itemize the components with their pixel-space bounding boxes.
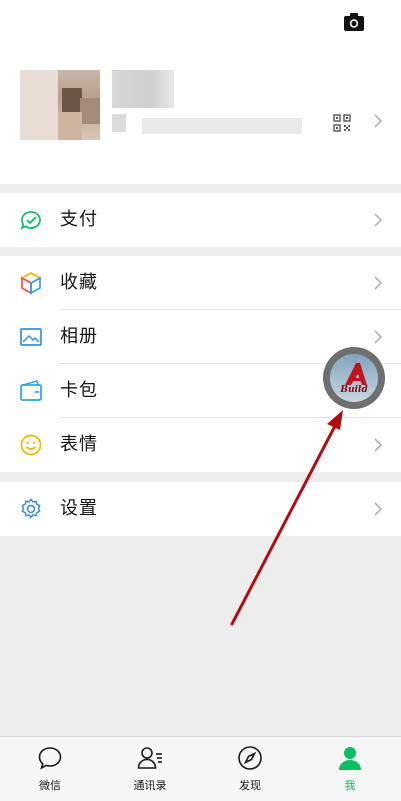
chevron-right-icon [374, 213, 383, 227]
compass-icon [238, 746, 262, 770]
image-icon [20, 328, 42, 346]
bottom-tab-bar: 微信 通讯录 发现 我 [0, 736, 401, 801]
menu-item-pay[interactable]: 支付 [0, 193, 401, 247]
chevron-right-icon [374, 330, 383, 344]
profile-header[interactable] [0, 0, 401, 184]
wallet-check-icon [20, 211, 41, 230]
chat-bubble-icon [38, 747, 62, 770]
menu-item-label: 相册 [60, 326, 98, 347]
menu-item-label: 表情 [60, 434, 98, 455]
profile-id-redacted [142, 118, 302, 134]
tab-label: 微信 [39, 779, 61, 792]
tab-me[interactable]: 我 [300, 737, 400, 801]
chevron-right-icon [374, 502, 383, 516]
qr-code-icon[interactable] [333, 114, 351, 132]
tab-discover[interactable]: 发现 [200, 737, 300, 801]
tab-label: 我 [344, 779, 356, 792]
chevron-right-icon [374, 276, 383, 290]
menu-item-stickers[interactable]: 表情 [0, 418, 401, 472]
tab-contacts[interactable]: 通讯录 [100, 737, 200, 801]
menu-item-favorites[interactable]: 收藏 [0, 256, 401, 310]
build-logo-icon: Build [324, 348, 384, 408]
menu-item-label: 收藏 [60, 272, 98, 293]
chevron-right-icon [374, 438, 383, 452]
menu-group-pay: 支付 [0, 193, 401, 247]
menu-group-settings: 设置 [0, 482, 401, 536]
person-icon [339, 747, 361, 770]
profile-id-redacted [112, 114, 126, 132]
tab-label: 通讯录 [133, 779, 167, 792]
menu-item-label: 卡包 [60, 380, 98, 401]
favorites-cube-icon [20, 272, 42, 295]
svg-text:Build: Build [339, 385, 368, 395]
chevron-right-icon [374, 114, 383, 128]
gear-icon [21, 498, 41, 519]
tab-chats[interactable]: 微信 [0, 737, 100, 801]
camera-icon[interactable] [343, 12, 365, 32]
tab-label: 发现 [239, 779, 261, 792]
profile-name-redacted [112, 70, 174, 108]
floating-assist-button[interactable]: Build [323, 347, 385, 409]
card-wallet-icon [20, 380, 42, 401]
avatar[interactable] [20, 70, 100, 140]
menu-item-label: 支付 [60, 209, 98, 230]
contacts-icon [137, 747, 162, 769]
smiley-icon [20, 434, 42, 456]
menu-item-label: 设置 [60, 498, 98, 519]
menu-item-settings[interactable]: 设置 [0, 482, 401, 536]
